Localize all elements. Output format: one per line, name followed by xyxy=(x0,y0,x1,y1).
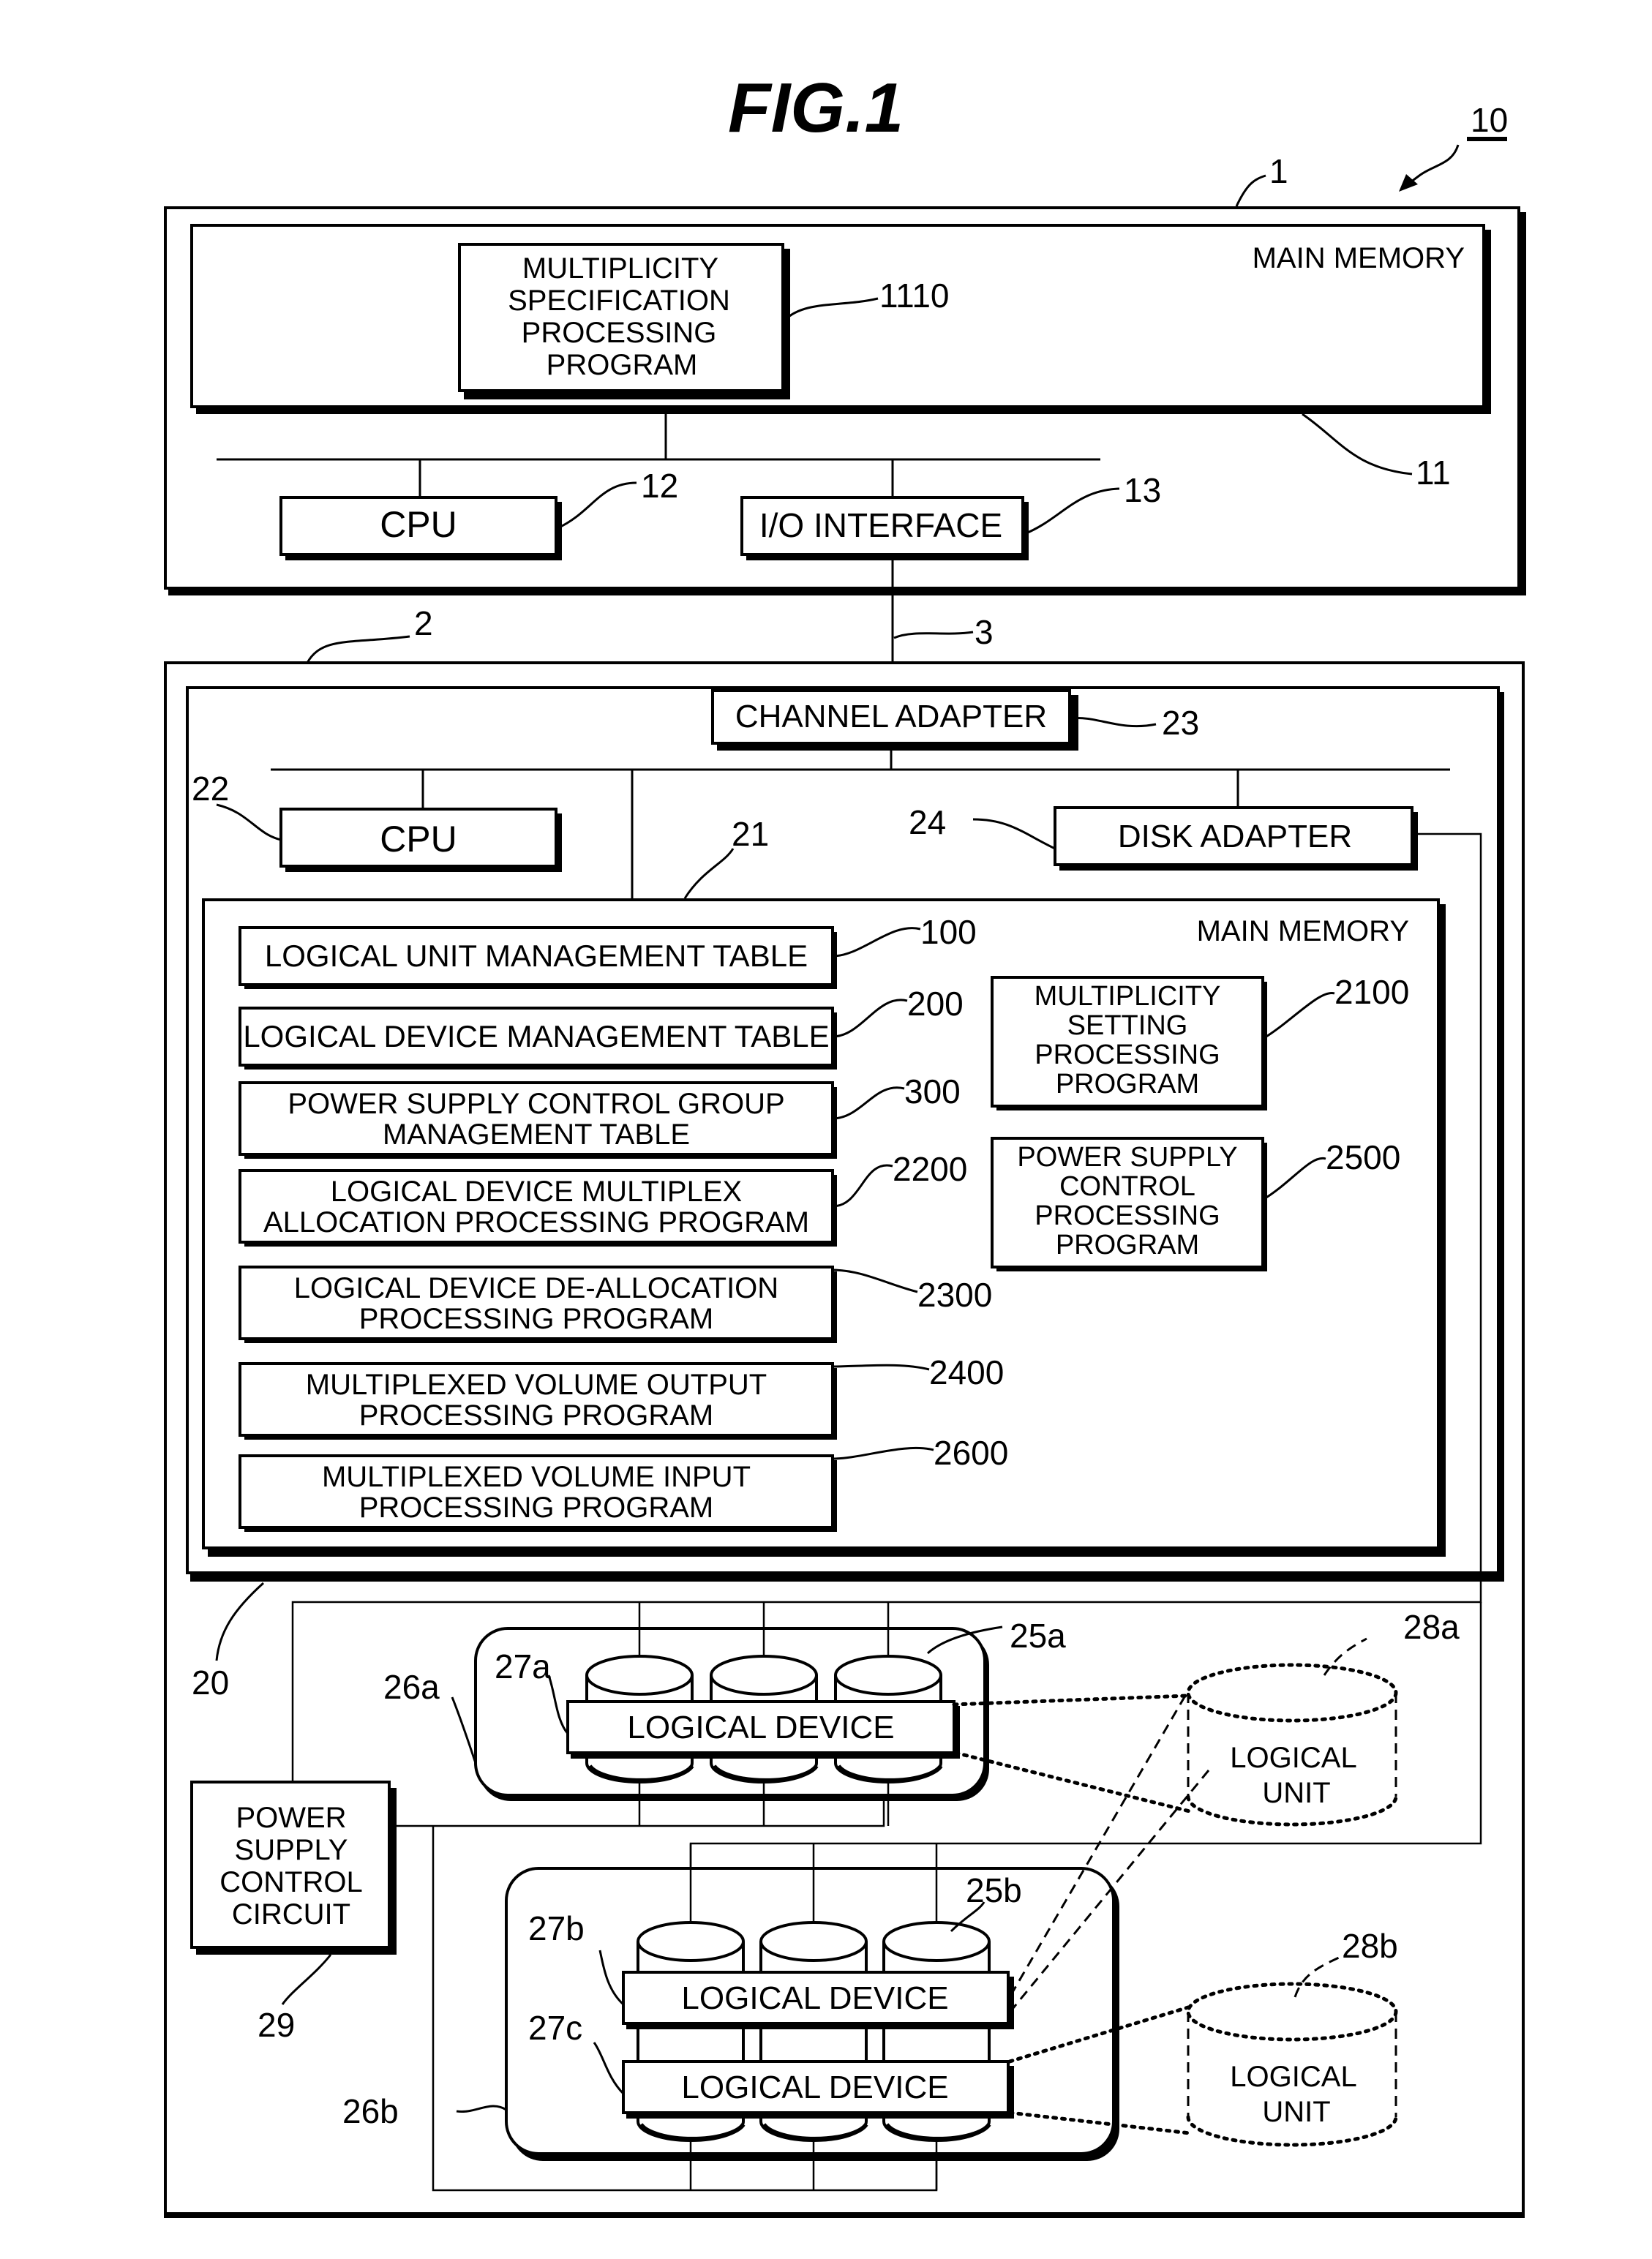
host-cpu-label: CPU xyxy=(380,504,457,545)
memory-item-2100-line: PROCESSING xyxy=(1035,1040,1220,1070)
lu-28a-ref: 28a xyxy=(1403,1608,1460,1646)
program-1110-line-1: MULTIPLICITY xyxy=(522,252,718,285)
controller-cpu-label: CPU xyxy=(380,819,457,860)
dg-26a-ref: 26a xyxy=(383,1668,440,1706)
storage-ref: 2 xyxy=(414,604,433,642)
io-interface-label: I/O INTERFACE xyxy=(759,506,1002,544)
program-1110-line-2: SPECIFICATION xyxy=(508,285,730,317)
system-ref-label: 10 xyxy=(1471,101,1508,139)
memory-item-2200-line: ALLOCATION PROCESSING PROGRAM xyxy=(263,1206,809,1238)
lu-28b-line-2: UNIT xyxy=(1262,2096,1330,2128)
lu-28b-line-1: LOGICAL xyxy=(1230,2061,1356,2093)
memory-item-ref: 2400 xyxy=(929,1353,1004,1391)
host-cpu-ref: 12 xyxy=(641,467,678,505)
memory-item-ref: 200 xyxy=(907,985,964,1023)
dg-26b-ref: 26b xyxy=(342,2092,399,2130)
memory-item-2100-line: SETTING xyxy=(1067,1010,1188,1041)
memory-item-ref: 2100 xyxy=(1334,973,1409,1011)
memory-item-2400-line: PROCESSING PROGRAM xyxy=(359,1399,714,1432)
memory-item-2500-line: PROGRAM xyxy=(1056,1230,1199,1260)
controller-memory-ref: 21 xyxy=(732,815,769,853)
memory-item-2600-line: MULTIPLEXED VOLUME INPUT xyxy=(322,1461,751,1493)
controller-cpu-ref: 22 xyxy=(192,770,229,808)
psc-line-3: CONTROL xyxy=(219,1866,363,1898)
host-main-memory-label: MAIN MEMORY xyxy=(1253,242,1465,274)
memory-item-ref: 2600 xyxy=(934,1434,1008,1472)
controller-ref: 20 xyxy=(192,1664,229,1702)
memory-item-ref: 300 xyxy=(904,1072,961,1110)
logical-device-27c-label: LOGICAL DEVICE xyxy=(681,2070,948,2105)
storage-leader xyxy=(306,635,410,664)
lu-28b-ref: 28b xyxy=(1342,1927,1398,1965)
host-leader xyxy=(1235,174,1266,207)
program-1110-ref: 1110 xyxy=(879,277,950,315)
arrowhead-icon xyxy=(1399,174,1418,192)
storage-system: 2 20 CHANNEL ADAPTER 23 CPU 22 DISK ADAP… xyxy=(164,604,1525,2218)
disk-icon xyxy=(585,1655,694,1696)
host-computer: 1 MAIN MEMORY 11 MULTIPLICITY SPECIFICAT… xyxy=(164,152,1526,595)
memory-item-100-line: LOGICAL UNIT MANAGEMENT TABLE xyxy=(265,939,808,973)
memory-item-ref: 100 xyxy=(920,913,977,951)
host-memory-ref: 11 xyxy=(1416,454,1451,492)
memory-item-300-line: MANAGEMENT TABLE xyxy=(383,1119,690,1151)
program-1110-line-4: PROGRAM xyxy=(547,349,698,381)
host-ref: 1 xyxy=(1269,152,1288,190)
disk-adapter-ref: 24 xyxy=(909,803,946,841)
disk-icon xyxy=(710,1655,818,1696)
system-ref: 10 xyxy=(1399,101,1508,192)
memory-item-2100-line: MULTIPLICITY xyxy=(1035,981,1221,1012)
figure-title: FIG.1 xyxy=(728,69,904,147)
memory-item-ref: 2200 xyxy=(893,1150,967,1188)
memory-item-2500-line: PROCESSING xyxy=(1035,1200,1220,1231)
disk-icon xyxy=(759,1921,868,1962)
memory-item-ref: 2500 xyxy=(1326,1138,1400,1176)
psc-ref: 29 xyxy=(258,2006,295,2044)
figure-canvas: FIG.1 10 1 MAIN MEMORY 11 MULTIPLICITY S… xyxy=(164,69,1526,2218)
link-ref: 3 xyxy=(975,613,994,651)
ld-27b-ref: 27b xyxy=(528,1909,585,1947)
ld-27a-ref: 27a xyxy=(495,1647,551,1685)
disk-25a-ref: 25a xyxy=(1010,1617,1066,1655)
ld-27c-ref: 27c xyxy=(528,2009,582,2047)
program-1110-line-3: PROCESSING xyxy=(522,317,717,349)
channel-adapter-ref: 23 xyxy=(1162,704,1199,742)
lu-28a-line-1: LOGICAL xyxy=(1230,1742,1356,1774)
memory-item-2500-line: POWER SUPPLY xyxy=(1017,1142,1237,1173)
memory-item-ref: 2300 xyxy=(917,1276,992,1314)
lu-28a-line-2: UNIT xyxy=(1262,1777,1330,1809)
io-interface-ref: 13 xyxy=(1124,471,1161,509)
memory-item-2600-line: PROCESSING PROGRAM xyxy=(359,1492,714,1524)
disk-icon xyxy=(637,1921,745,1962)
memory-item-2200-line: LOGICAL DEVICE MULTIPLEX xyxy=(331,1176,742,1208)
memory-item-2500-line: CONTROL xyxy=(1059,1171,1195,1202)
storage-bottom-edge xyxy=(165,2212,1525,2218)
memory-item-2300-line: PROCESSING PROGRAM xyxy=(359,1303,714,1335)
psc-line-4: CIRCUIT xyxy=(232,1898,350,1931)
psc-line-1: POWER xyxy=(236,1802,346,1834)
disk-icon xyxy=(882,1921,991,1962)
channel-adapter-label: CHANNEL ADAPTER xyxy=(735,699,1047,734)
memory-item-300-line: POWER SUPPLY CONTROL GROUP xyxy=(288,1088,784,1120)
disk-25b-ref: 25b xyxy=(966,1871,1022,1909)
controller-main-memory-label: MAIN MEMORY xyxy=(1197,915,1409,947)
disk-adapter-label: DISK ADAPTER xyxy=(1118,819,1352,854)
memory-item-200-line: LOGICAL DEVICE MANAGEMENT TABLE xyxy=(243,1019,829,1053)
logical-device-27a-label: LOGICAL DEVICE xyxy=(627,1710,894,1745)
disk-icon xyxy=(834,1655,942,1696)
memory-item-2300-line: LOGICAL DEVICE DE-ALLOCATION xyxy=(294,1272,778,1304)
link-leader xyxy=(893,631,974,639)
psc-line-2: SUPPLY xyxy=(235,1834,348,1866)
logical-device-27b-label: LOGICAL DEVICE xyxy=(681,1980,948,2016)
memory-item-2100-line: PROGRAM xyxy=(1056,1069,1199,1100)
memory-item-2400-line: MULTIPLEXED VOLUME OUTPUT xyxy=(306,1369,767,1401)
